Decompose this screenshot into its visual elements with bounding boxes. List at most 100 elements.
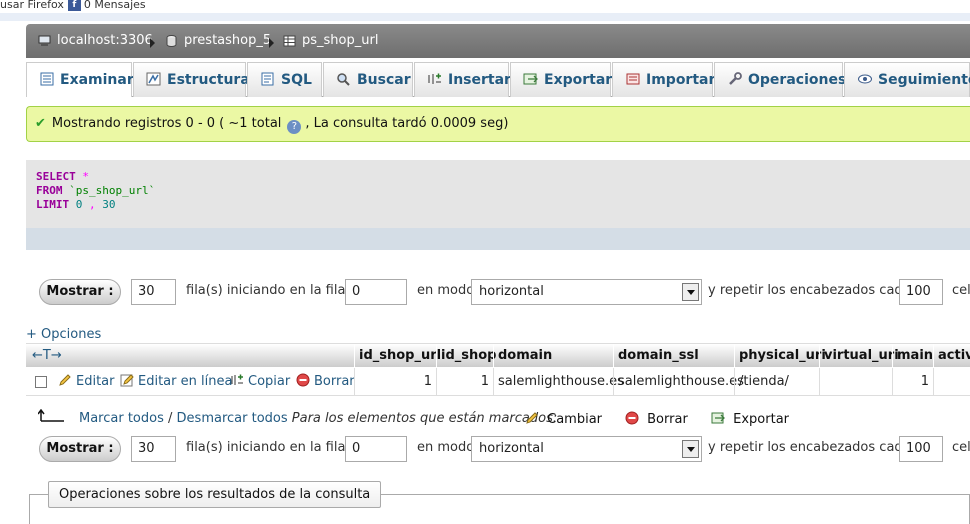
cell-id-shop-url[interactable]: 1: [354, 368, 436, 396]
column-header[interactable]: domain_ssl: [613, 344, 734, 368]
help-icon[interactable]: ?: [287, 120, 302, 134]
repeat-input-bottom[interactable]: 100: [899, 436, 943, 462]
tab-examinar[interactable]: Examinar: [26, 62, 134, 97]
repeat-input[interactable]: 100: [899, 279, 943, 305]
show-button[interactable]: Mostrar :: [39, 279, 121, 305]
bulk-change-button[interactable]: Cambiar: [525, 411, 602, 427]
sql-count: 30: [102, 198, 116, 211]
cell-domain[interactable]: salemlighthouse.es: [493, 368, 624, 396]
bulk-export-label: Exportar: [733, 412, 790, 427]
start-row-input-bottom[interactable]: 0: [345, 436, 407, 462]
tab-sql[interactable]: SQL: [247, 62, 322, 97]
tab-exportar-label: Exportar: [544, 72, 613, 88]
query-operations-legend: Operaciones sobre los resultados de la c…: [48, 481, 382, 508]
delete-link[interactable]: Borrar: [296, 368, 355, 396]
cell-id-shop[interactable]: 1: [436, 368, 493, 396]
copy-link[interactable]: Copiar: [230, 368, 290, 396]
browser-status-strip: usar Firefox f 0 Mensajes: [0, 0, 970, 13]
tab-operaciones-label: Operaciones: [748, 72, 847, 88]
column-header[interactable]: activ: [933, 344, 970, 368]
sql-table-name: `ps_shop_url`: [69, 184, 156, 197]
copy-label: Copiar: [248, 374, 291, 389]
edit-label: Editar: [76, 374, 115, 389]
breadcrumb-table[interactable]: ps_shop_url: [283, 24, 378, 58]
tab-seguimiento-label: Seguimiento: [878, 72, 970, 88]
bulk-change-label: Cambiar: [547, 412, 603, 427]
message-suffix: , La consulta tardó 0.0009 seg): [305, 116, 509, 131]
bulk-delete-button[interactable]: Borrar: [625, 411, 688, 427]
column-header[interactable]: virtual_uri: [819, 344, 899, 368]
column-arrows[interactable]: ←T→: [28, 344, 354, 368]
mode-select-bottom[interactable]: horizontal: [471, 436, 702, 462]
breadcrumb-server-label: localhost:3306: [57, 33, 153, 48]
sql-keyword-select: SELECT: [36, 170, 76, 183]
uncheck-all-link[interactable]: Desmarcar todos: [177, 411, 288, 426]
tab-importar[interactable]: Importar: [612, 62, 716, 97]
chevron-down-icon: [682, 440, 699, 458]
sql-comma: ,: [89, 198, 96, 211]
structure-icon: [146, 72, 161, 86]
inline-edit-label: Editar en línea: [138, 374, 233, 389]
sql-line-select: SELECT *: [36, 170, 970, 184]
rows-input-bottom[interactable]: 30: [131, 436, 176, 462]
bulk-export-button[interactable]: Exportar: [711, 411, 789, 427]
inline-edit-link[interactable]: Editar en línea: [120, 368, 232, 396]
breadcrumb-database-label: prestashop_5: [184, 33, 272, 48]
breadcrumb-server[interactable]: localhost:3306: [38, 24, 153, 58]
cell-main[interactable]: 1: [892, 368, 933, 396]
mode-label-bottom: en modo: [417, 440, 475, 455]
table-header: ←T→ id_shop_url id_shop domain domain_ss…: [26, 343, 970, 368]
server-icon: [38, 35, 51, 46]
column-header[interactable]: main: [892, 344, 933, 368]
checkmark-icon: ✔: [35, 116, 46, 131]
delete-icon: [296, 373, 310, 387]
mode-select[interactable]: horizontal: [471, 279, 702, 305]
facebook-icon: f: [67, 0, 81, 11]
check-all-link[interactable]: Marcar todos: [79, 411, 164, 426]
edit-link[interactable]: Editar: [58, 368, 115, 396]
breadcrumb-separator: [150, 38, 155, 48]
sql-line-limit: LIMIT 0 , 30: [36, 198, 970, 212]
tab-operaciones[interactable]: Operaciones: [714, 62, 847, 97]
breadcrumb-database[interactable]: prestashop_5: [165, 24, 271, 58]
message-prefix: Mostrando registros 0 - 0 ( ~1 total: [51, 116, 282, 131]
arrow-up-left-icon: [37, 408, 66, 425]
tab-examinar-label: Examinar: [60, 72, 134, 88]
messages-count[interactable]: 0 Mensajes: [84, 0, 146, 11]
tab-buscar[interactable]: Buscar: [323, 62, 413, 97]
cell-physical-uri[interactable]: /tienda/: [734, 368, 819, 396]
breadcrumb-table-label: ps_shop_url: [302, 33, 379, 48]
column-header[interactable]: id_shop_url: [354, 344, 441, 368]
tab-buscar-label: Buscar: [357, 72, 411, 88]
tab-sql-label: SQL: [281, 72, 312, 88]
database-icon: [166, 34, 177, 47]
eye-icon: [858, 74, 872, 84]
with-selected-label: Para los elementos que están marcados:: [291, 411, 558, 426]
tab-seguimiento[interactable]: Seguimiento: [844, 62, 970, 97]
sql-offset: 0: [75, 198, 83, 211]
tab-insertar[interactable]: Insertar: [414, 62, 511, 97]
tab-exportar[interactable]: Exportar: [510, 62, 613, 97]
row-checkbox[interactable]: [35, 376, 47, 388]
sql-line-from: FROM `ps_shop_url`: [36, 184, 970, 198]
import-icon: [626, 73, 640, 85]
top-band: [0, 13, 970, 21]
repeat-label: y repetir los encabezados cada: [708, 283, 911, 298]
tab-importar-label: Importar: [646, 72, 716, 88]
rows-input[interactable]: 30: [131, 279, 176, 305]
start-row-input[interactable]: 0: [345, 279, 407, 305]
cell-active[interactable]: [933, 368, 970, 396]
show-button-bottom[interactable]: Mostrar :: [39, 436, 121, 462]
options-link[interactable]: + Opciones: [26, 327, 101, 342]
cell-virtual-uri[interactable]: [819, 368, 892, 396]
tab-estructura[interactable]: Estructura: [133, 62, 250, 97]
column-header[interactable]: physical_uri: [734, 344, 826, 368]
column-header[interactable]: id_shop: [436, 344, 497, 368]
rows-label: fila(s) iniciando en la fila #: [186, 283, 361, 298]
column-header[interactable]: domain: [493, 344, 613, 368]
success-message: ✔ Mostrando registros 0 - 0 ( ~1 total?, …: [26, 106, 970, 142]
cell-domain-ssl[interactable]: salemlighthouse.es: [613, 368, 744, 396]
sql-keyword-from: FROM: [36, 184, 63, 197]
breadcrumb-separator: [269, 38, 274, 48]
tab-bar: Examinar Estructura SQL Buscar Insertar …: [26, 62, 970, 97]
